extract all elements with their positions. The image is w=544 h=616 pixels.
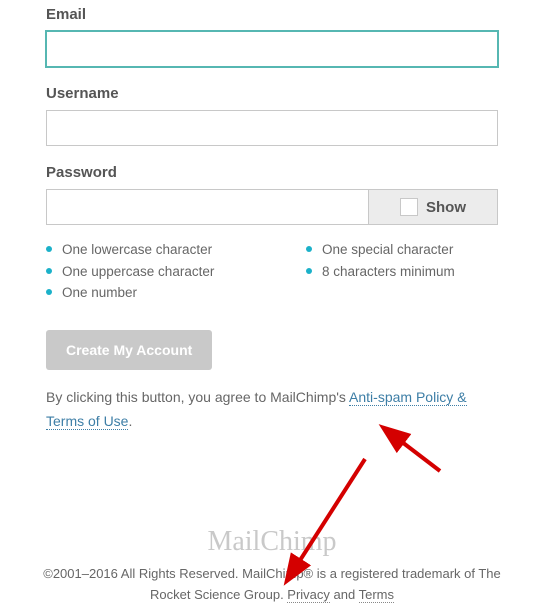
password-input[interactable]	[46, 189, 368, 225]
email-input[interactable]	[46, 31, 498, 67]
req-item: One number	[46, 282, 306, 304]
show-password-checkbox[interactable]	[400, 198, 418, 216]
privacy-link[interactable]: Privacy	[287, 587, 330, 603]
consent-suffix: .	[128, 413, 132, 429]
terms-link[interactable]: Terms	[359, 587, 394, 603]
req-item: One special character	[306, 239, 455, 261]
show-password-button[interactable]: Show	[368, 189, 498, 225]
email-field-group: Email	[46, 6, 498, 67]
username-field-group: Username	[46, 85, 498, 146]
create-account-button[interactable]: Create My Account	[46, 330, 212, 370]
footer: MailChimp ©2001–2016 All Rights Reserved…	[0, 526, 544, 606]
consent-text: By clicking this button, you agree to Ma…	[46, 386, 498, 434]
brand-logo: MailChimp	[0, 526, 544, 558]
password-field-group: Password Show	[46, 164, 498, 225]
copyright-text: ©2001–2016 All Rights Reserved. MailChim…	[0, 564, 544, 606]
username-label: Username	[46, 85, 498, 102]
req-item: 8 characters minimum	[306, 261, 455, 283]
password-label: Password	[46, 164, 498, 181]
email-label: Email	[46, 6, 498, 23]
password-requirements: One lowercase character One uppercase ch…	[46, 239, 498, 304]
consent-prefix: By clicking this button, you agree to Ma…	[46, 389, 349, 405]
copyright-prefix: ©2001–2016 All Rights Reserved. MailChim…	[43, 566, 501, 602]
copyright-and: and	[330, 587, 359, 602]
req-item: One lowercase character	[46, 239, 306, 261]
username-input[interactable]	[46, 110, 498, 146]
show-password-label: Show	[426, 199, 466, 216]
req-item: One uppercase character	[46, 261, 306, 283]
